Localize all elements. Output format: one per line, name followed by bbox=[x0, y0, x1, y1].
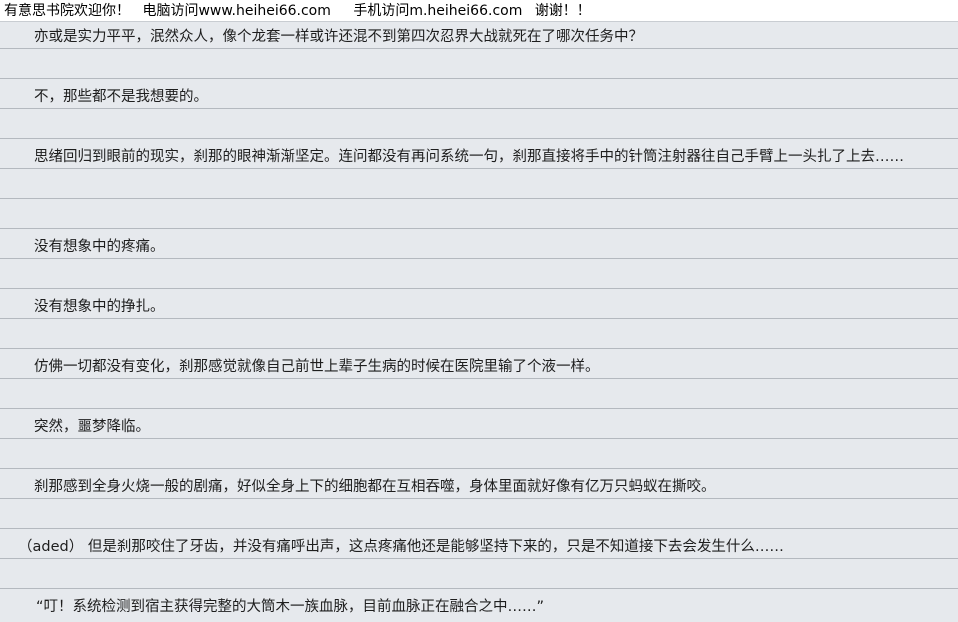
paragraph-1: 亦或是实力平平，泯然众人，像个龙套一样或许还混不到第四次忍界大战就死在了哪次任务… bbox=[34, 29, 643, 45]
paragraph-5: 没有想象中的挣扎。 bbox=[34, 299, 165, 315]
paragraph-4: 没有想象中的疼痛。 bbox=[34, 239, 165, 255]
site-banner: 有意思书院欢迎你！ 电脑访问www.heihei66.com 手机访问m.hei… bbox=[0, 0, 958, 22]
paragraph-8: 刹那感到全身火烧一般的剧痛，好似全身上下的细胞都在互相吞噬，身体里面就好像有亿万… bbox=[34, 479, 716, 495]
paragraph-6: 仿佛一切都没有变化，刹那感觉就像自己前世上辈子生病的时候在医院里输了个液一样。 bbox=[34, 359, 600, 375]
paragraph-3: 思绪回归到眼前的现实，刹那的眼神渐渐坚定。连问都没有再问系统一句，刹那直接将手中… bbox=[34, 149, 904, 165]
thanks-text: 谢谢！！ bbox=[534, 3, 591, 19]
paragraph-10: “叮！系统检测到宿主获得完整的大筒木一族血脉，目前血脉正在融合之中……” bbox=[36, 599, 545, 615]
paragraph-2: 不，那些都不是我想要的。 bbox=[34, 89, 208, 105]
paragraph-9: （aded） 但是刹那咬住了牙齿，并没有痛呼出声，这点疼痛他还是能够坚持下来的，… bbox=[18, 539, 784, 555]
welcome-text: 有意思书院欢迎你！ bbox=[4, 3, 130, 19]
mobile-visit-link[interactable]: 手机访问m.heihei66.com bbox=[353, 3, 522, 19]
paragraph-7: 突然，噩梦降临。 bbox=[34, 419, 150, 435]
pc-visit-link[interactable]: 电脑访问www.heihei66.com bbox=[142, 3, 330, 19]
